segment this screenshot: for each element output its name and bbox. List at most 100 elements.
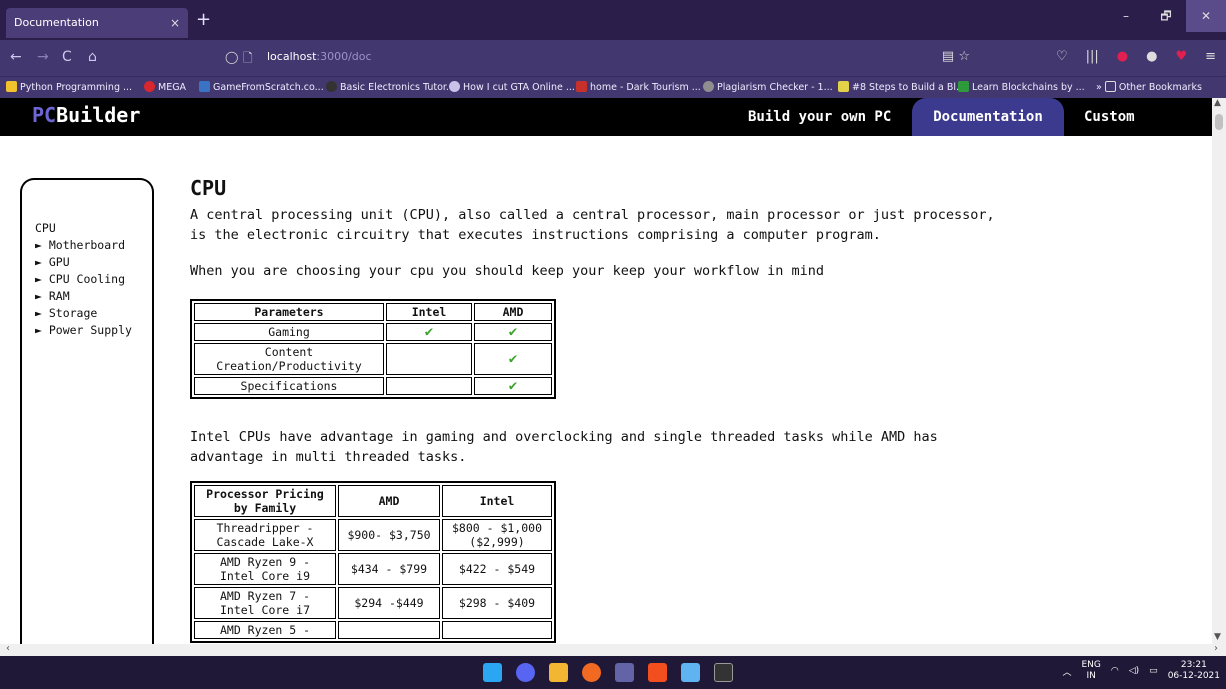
chevron-up-icon[interactable]: ︿ [1062,665,1071,678]
advantage-paragraph-line: advantage in multi threaded tasks. [190,449,467,465]
site-logo[interactable]: PCBuilder [32,103,140,127]
pricing-table: Processor Pricing by Family AMD Intel Thr… [190,481,556,643]
check-icon: ✔ [386,323,472,341]
scroll-left-icon[interactable]: ‹ [6,643,10,654]
bookmarks-bar: Python Programming ... MEGA GameFromScra… [0,76,1226,98]
bookmark-item[interactable]: MEGA [144,81,186,93]
sidebar-item-cpu[interactable]: CPU [35,220,132,237]
check-icon: ✔ [474,323,552,341]
column-header: Processor Pricing by Family [194,485,336,517]
teams-icon[interactable] [615,663,634,682]
bookmark-item[interactable]: GameFromScratch.co... [199,81,324,93]
terminal-icon[interactable] [714,663,733,682]
table-cell: $900- $3,750 [338,519,440,551]
tab-documentation[interactable]: Documentation × [6,8,188,38]
wifi-icon[interactable]: ◠ [1111,666,1119,676]
table-cell: $800 - $1,000 ($2,999) [442,519,552,551]
reload-icon[interactable]: C [62,49,72,65]
scroll-down-icon[interactable]: ▼ [1214,632,1221,642]
bookmark-e-icon [838,81,849,92]
language-indicator[interactable]: ENG IN [1081,660,1100,682]
pocket-icon[interactable]: ♡ [1056,49,1068,64]
new-tab-button[interactable]: + [196,9,211,30]
scrollbar-thumb[interactable] [1215,114,1223,130]
sidebar-item-motherboard[interactable]: ► Motherboard [35,237,132,254]
library-icon[interactable]: ||| [1086,49,1099,64]
dark-tourism-icon [576,81,587,92]
scroll-right-icon[interactable]: › [1214,643,1218,654]
sidebar-item-ram[interactable]: ► RAM [35,288,132,305]
windows-start-icon[interactable] [483,663,502,682]
file-explorer-icon[interactable] [549,663,568,682]
taskbar: ︿ ENG IN ◠ ◁) ▭ 23:21 06-12-2021 [0,656,1226,689]
table-header-row: Processor Pricing by Family AMD Intel [194,485,552,517]
browser-nav-bar: ← → C ⌂ ◯ 🗋 localhost:3000/doc ▤ ☆ ♡ |||… [0,40,1226,76]
volume-icon[interactable]: ◁) [1129,666,1139,676]
clock[interactable]: 23:21 06-12-2021 [1168,660,1220,682]
forward-icon[interactable]: → [37,49,49,65]
nav-build-your-own-pc[interactable]: Build your own PC [748,98,891,136]
bookmark-item[interactable]: Basic Electronics Tutor... [326,81,455,93]
bookmark-item[interactable]: Plagiarism Checker - 1... [703,81,833,93]
nav-custom[interactable]: Custom [1084,98,1135,136]
column-header: AMD [338,485,440,517]
shield-icon[interactable]: ◯ [225,50,238,64]
bookmark-item[interactable]: home - Dark Tourism ... [576,81,701,93]
sidebar-item-cpu-cooling[interactable]: ► CPU Cooling [35,271,132,288]
check-icon: ✔ [474,343,552,375]
minimize-button[interactable]: – [1106,0,1146,32]
home-icon[interactable]: ⌂ [88,49,97,65]
table-cell: $294 -$449 [338,587,440,619]
sidebar-item-power-supply[interactable]: ► Power Supply [35,322,132,339]
toolbar-icons: ♡ ||| ● ● ♥ ≡ [1056,49,1216,64]
discord-icon[interactable] [516,663,535,682]
gamefromscratch-icon [199,81,210,92]
table-cell: AMD Ryzen 7 - Intel Core i7 [194,587,336,619]
bookmark-item[interactable]: How I cut GTA Online ... [449,81,575,93]
mega-icon [144,81,155,92]
table-cell [386,377,472,395]
sidebar-item-storage[interactable]: ► Storage [35,305,132,322]
column-header: AMD [474,303,552,321]
extension-icon[interactable]: ● [1117,49,1128,64]
electronics-icon [326,81,337,92]
workflow-paragraph: When you are choosing your cpu you shoul… [190,263,824,279]
other-bookmarks[interactable]: » Other Bookmarks [1096,81,1202,93]
firefox-icon[interactable] [582,663,601,682]
table-row: AMD Ryzen 7 - Intel Core i7 $294 -$449 $2… [194,587,552,619]
table-cell [442,621,552,639]
vertical-scrollbar[interactable]: ▲ ▼ [1212,98,1226,644]
url-bar[interactable]: ◯ 🗋 localhost:3000/doc ▤ ☆ [225,45,970,71]
bookmark-star-icon[interactable]: ▤ ☆ [942,49,970,64]
tab-close-icon[interactable]: × [170,8,180,38]
table-cell: $298 - $409 [442,587,552,619]
menu-icon[interactable]: ≡ [1205,49,1216,64]
table-row: Threadripper - Cascade Lake-X $900- $3,75… [194,519,552,551]
intro-paragraph-line: is the electronic circuitry that execute… [190,227,881,243]
folder-icon [1104,81,1116,92]
nav-documentation[interactable]: Documentation [912,98,1064,136]
sidebar-item-gpu[interactable]: ► GPU [35,254,132,271]
intro-paragraph-line: A central processing unit (CPU), also ca… [190,207,995,223]
table-row: Gaming ✔ ✔ [194,323,552,341]
table-cell: Content Creation/Productivity [194,343,384,375]
python-icon [6,81,17,92]
back-icon[interactable]: ← [10,49,22,65]
horizontal-scrollbar[interactable]: ‹ › [0,643,1226,656]
figma-icon[interactable] [648,663,667,682]
check-icon: ✔ [474,377,552,395]
bookmark-item[interactable]: Learn Blockchains by ... [958,81,1085,93]
notepad-icon[interactable] [681,663,700,682]
extension-icon[interactable]: ♥ [1175,49,1187,64]
advantage-paragraph-line: Intel CPUs have advantage in gaming and … [190,429,938,445]
scroll-up-icon[interactable]: ▲ [1214,98,1221,108]
table-cell: $422 - $549 [442,553,552,585]
restore-button[interactable]: 🗗 [1146,0,1186,32]
bookmark-item[interactable]: #8 Steps to Build a Bl... [838,81,965,93]
sidebar-menu: CPU ► Motherboard ► GPU ► CPU Cooling ► … [35,220,132,339]
bookmark-item[interactable]: Python Programming ... [6,81,132,93]
table-header-row: Parameters Intel AMD [194,303,552,321]
close-window-button[interactable]: ✕ [1186,0,1226,32]
extension-icon[interactable]: ● [1146,49,1157,64]
battery-icon[interactable]: ▭ [1149,666,1158,676]
